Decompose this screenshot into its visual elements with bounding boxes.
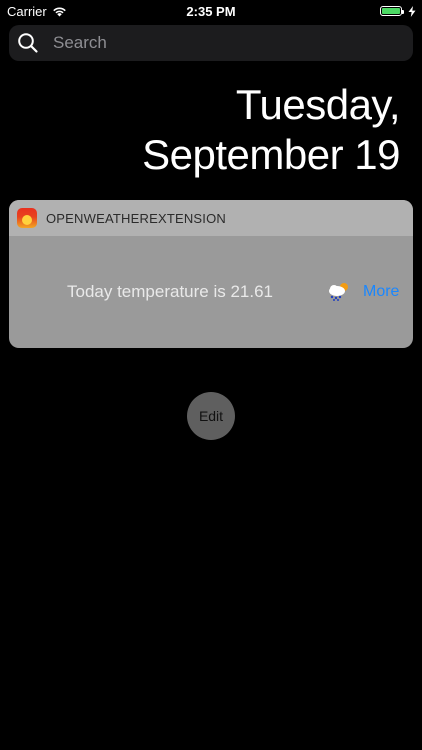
temperature-text: Today temperature is 21.61 [67,282,274,301]
notification-center-screen: Carrier 2:35 PM Tuesday, September 19 [0,0,422,750]
date-day: September 19 [142,131,400,178]
search-bar[interactable] [9,25,413,61]
status-time: 2:35 PM [186,4,236,19]
battery-fill [382,8,400,14]
widget-body[interactable]: Today temperature is 21.61 More [9,236,413,348]
battery-icon [380,6,404,16]
sunset-app-icon [17,208,37,228]
more-link[interactable]: More [363,283,399,301]
widget-header[interactable]: OPENWEATHEREXTENSION [9,200,413,236]
app-icon-sun [22,215,32,225]
weather-widget[interactable]: OPENWEATHEREXTENSION Today temperature i… [9,200,413,348]
widget-title: OPENWEATHEREXTENSION [46,210,227,226]
date-weekday: Tuesday, [235,81,401,128]
status-bar: Carrier 2:35 PM [0,0,422,22]
search-input[interactable] [53,33,383,53]
date-display: Tuesday, September 19 [142,80,400,180]
search-icon [18,33,38,53]
edit-button[interactable]: Edit [187,392,235,440]
cloud-rain-sun-icon [329,283,348,301]
